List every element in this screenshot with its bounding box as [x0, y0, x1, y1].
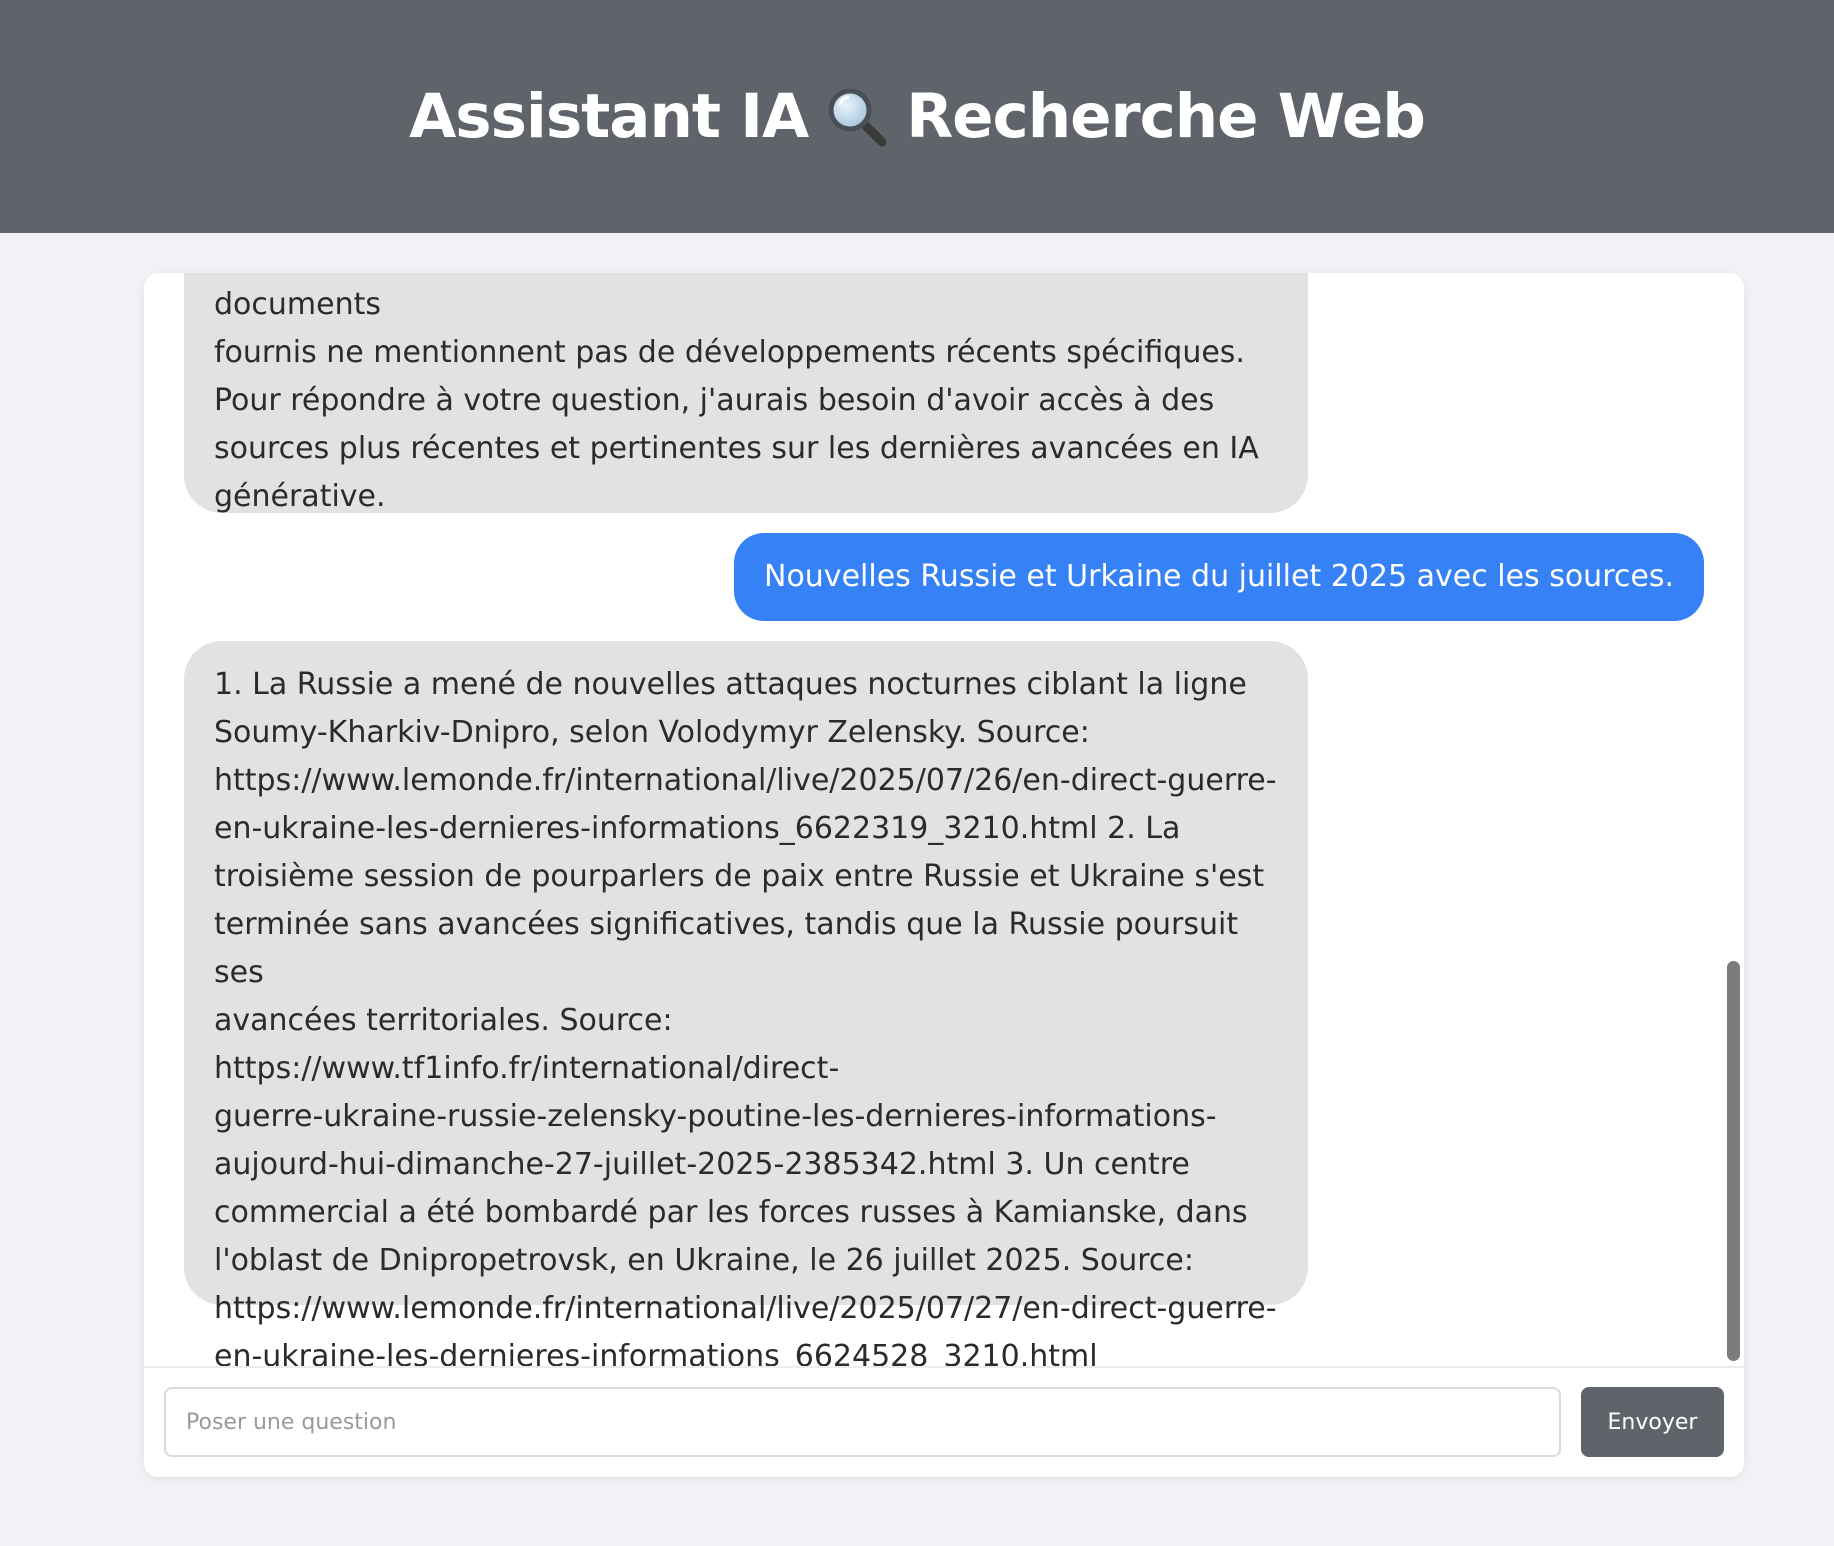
send-button[interactable]: Envoyer: [1581, 1387, 1724, 1457]
magnifying-glass-icon: [826, 86, 888, 148]
page-title: Assistant IA Recherche Web: [409, 81, 1426, 152]
composer: Envoyer: [164, 1387, 1724, 1457]
app-header: Assistant IA Recherche Web: [0, 0, 1834, 233]
title-text-part2: Recherche Web: [906, 81, 1426, 152]
scrollbar-thumb[interactable]: [1727, 961, 1740, 1361]
chat-container: annonces cette semaine avec des sources …: [144, 273, 1744, 1477]
title-text-part1: Assistant IA: [409, 81, 809, 152]
user-message: Nouvelles Russie et Urkaine du juillet 2…: [734, 533, 1704, 621]
message-list[interactable]: annonces cette semaine avec des sources …: [144, 273, 1744, 1366]
assistant-message: annonces cette semaine avec des sources …: [184, 273, 1308, 513]
question-input[interactable]: [164, 1387, 1561, 1457]
assistant-message: 1. La Russie a mené de nouvelles attaque…: [184, 641, 1308, 1366]
divider: [144, 1366, 1744, 1368]
